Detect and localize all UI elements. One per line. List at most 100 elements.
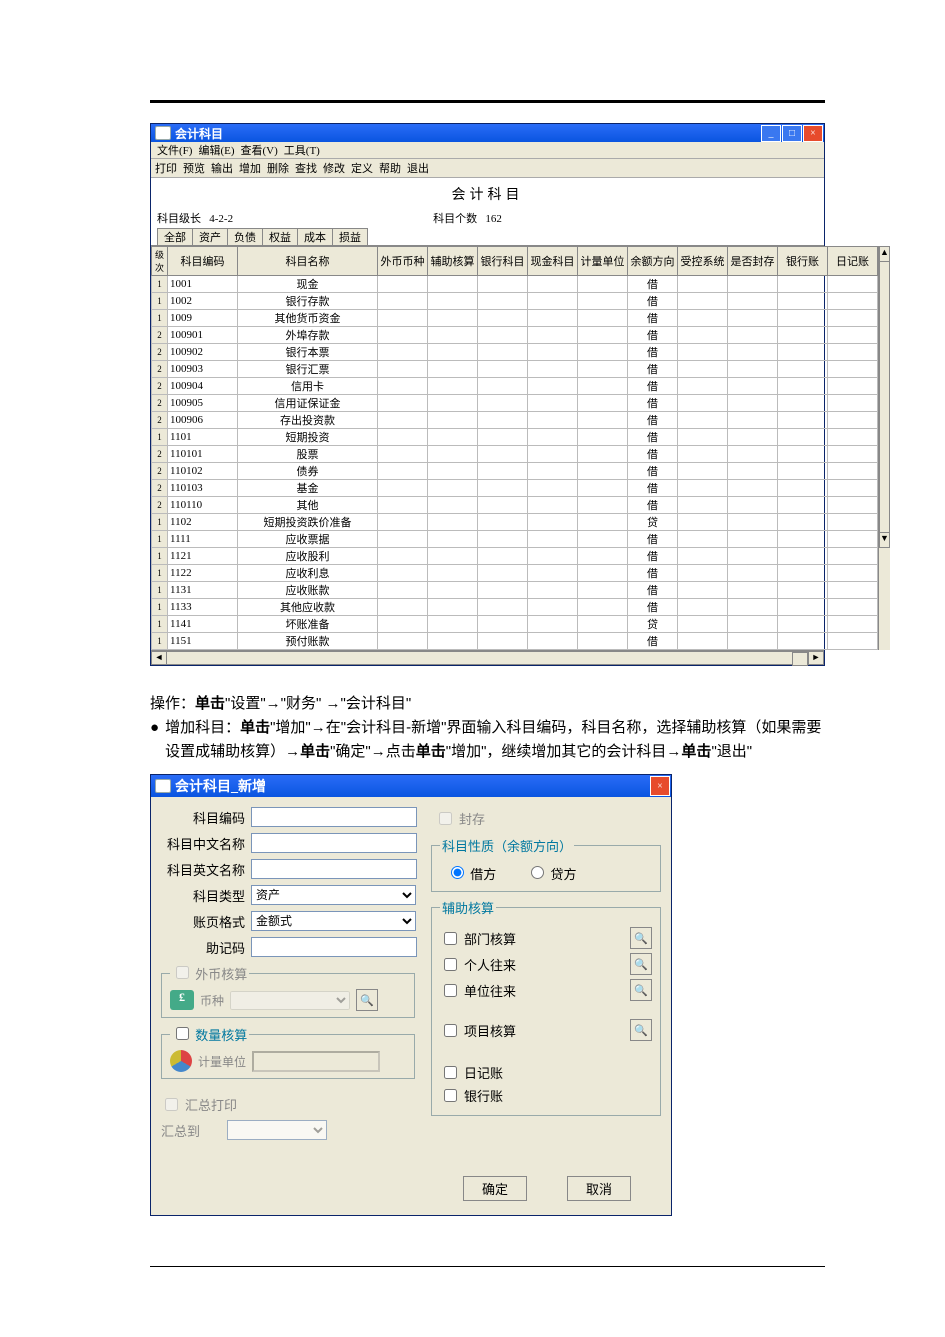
- tb-find[interactable]: 查找: [295, 160, 317, 176]
- aux-unit-lookup-icon[interactable]: 🔍: [630, 979, 652, 1001]
- type-select[interactable]: 资产: [251, 885, 416, 905]
- name-en-input[interactable]: [251, 859, 417, 879]
- tab-liability[interactable]: 负债: [227, 228, 263, 245]
- menu-view[interactable]: 查看(V): [239, 142, 280, 158]
- label-name-cn: 科目中文名称: [159, 834, 245, 853]
- journal-checkbox[interactable]: [444, 1066, 457, 1079]
- bank-checkbox[interactable]: [444, 1089, 457, 1102]
- table-row[interactable]: 11151预付账款借: [152, 633, 878, 650]
- table-row[interactable]: 11122应收利息借: [152, 565, 878, 582]
- pie-icon: [170, 1050, 192, 1072]
- ok-button[interactable]: 确定: [463, 1176, 527, 1201]
- title-bar: 会计科目 _ □ ×: [151, 124, 824, 142]
- tab-equity[interactable]: 权益: [262, 228, 298, 245]
- col-header: 辅助核算: [428, 247, 478, 276]
- aux-project-checkbox[interactable]: [444, 1024, 457, 1037]
- col-header: 日记账: [828, 247, 878, 276]
- tb-export[interactable]: 输出: [211, 160, 233, 176]
- window-title: 会计科目: [175, 125, 223, 142]
- instructions-text: 操作：单击"设置"→"财务" →"会计科目" ● 增加科目：单击"增加"→在"会…: [150, 692, 825, 764]
- table-row[interactable]: 11141坏账准备贷: [152, 616, 878, 633]
- tab-all[interactable]: 全部: [157, 228, 193, 245]
- aux-unit-checkbox[interactable]: [444, 984, 457, 997]
- tab-asset[interactable]: 资产: [192, 228, 228, 245]
- dialog-close-button[interactable]: ×: [650, 776, 670, 796]
- table-row[interactable]: 11111应收票据借: [152, 531, 878, 548]
- vertical-scrollbar[interactable]: ▲ ▼: [878, 246, 890, 650]
- close-button[interactable]: ×: [803, 125, 823, 142]
- menu-tool[interactable]: 工具(T): [282, 142, 322, 158]
- currency-select: [230, 991, 350, 1010]
- label-type: 科目类型: [159, 886, 245, 905]
- table-row[interactable]: 11131应收账款借: [152, 582, 878, 599]
- fx-checkbox: [176, 966, 189, 979]
- label-unit: 计量单位: [198, 1053, 246, 1070]
- table-row[interactable]: 2100906存出投资款借: [152, 412, 878, 429]
- tb-print[interactable]: 打印: [155, 160, 177, 176]
- tab-pl[interactable]: 损益: [332, 228, 368, 245]
- horizontal-scrollbar[interactable]: ◄ ►: [151, 650, 824, 665]
- maximize-button[interactable]: □: [782, 125, 802, 142]
- table-row[interactable]: 2100902银行本票借: [152, 344, 878, 361]
- tb-preview[interactable]: 预览: [183, 160, 205, 176]
- qty-group: 数量核算 计量单位: [161, 1024, 415, 1079]
- table-row[interactable]: 2100904信用卡借: [152, 378, 878, 395]
- aux-person-checkbox[interactable]: [444, 958, 457, 971]
- tb-modify[interactable]: 修改: [323, 160, 345, 176]
- code-input[interactable]: [251, 807, 417, 827]
- aux-project-lookup-icon[interactable]: 🔍: [630, 1019, 652, 1041]
- table-row[interactable]: 11101短期投资借: [152, 429, 878, 446]
- tb-add[interactable]: 增加: [239, 160, 261, 176]
- radio-credit[interactable]: 贷方: [526, 863, 576, 883]
- col-header: 余额方向: [628, 247, 678, 276]
- table-row[interactable]: 11133其他应收款借: [152, 599, 878, 616]
- tb-define[interactable]: 定义: [351, 160, 373, 176]
- table-row[interactable]: 11121应收股利借: [152, 548, 878, 565]
- tab-cost[interactable]: 成本: [297, 228, 333, 245]
- table-row[interactable]: 11102短期投资跌价准备贷: [152, 514, 878, 531]
- name-cn-input[interactable]: [251, 833, 417, 853]
- col-header: 科目名称: [238, 247, 378, 276]
- table-row[interactable]: 11001现金借: [152, 276, 878, 293]
- dialog-icon: [155, 779, 171, 793]
- table-row[interactable]: 2110110其他借: [152, 497, 878, 514]
- table-row[interactable]: 2100903银行汇票借: [152, 361, 878, 378]
- scroll-down-icon[interactable]: ▼: [879, 532, 890, 548]
- currency-icon: £: [170, 990, 194, 1010]
- cancel-button[interactable]: 取消: [567, 1176, 631, 1201]
- sum-to-select: [227, 1120, 327, 1140]
- mnemonic-input[interactable]: [251, 937, 417, 957]
- sum-checkbox: [165, 1098, 178, 1111]
- table-row[interactable]: 11002银行存款借: [152, 293, 878, 310]
- menu-edit[interactable]: 编辑(E): [196, 142, 236, 158]
- meta-bar: 科目级长 4-2-2 科目个数 162: [151, 210, 824, 228]
- table-row[interactable]: 2110103基金借: [152, 480, 878, 497]
- aux-group: 辅助核算 部门核算 🔍 个人往来 🔍 单位往来 🔍 项目核算 🔍 日记账 银行账: [431, 898, 661, 1116]
- table-row[interactable]: 2100905信用证保证金借: [152, 395, 878, 412]
- radio-debit[interactable]: 借方: [446, 863, 496, 883]
- scroll-right-icon[interactable]: ►: [808, 651, 824, 665]
- aux-person-lookup-icon[interactable]: 🔍: [630, 953, 652, 975]
- tb-exit[interactable]: 退出: [407, 160, 429, 176]
- table-row[interactable]: 2100901外埠存款借: [152, 327, 878, 344]
- aux-dept-lookup-icon[interactable]: 🔍: [630, 927, 652, 949]
- tb-delete[interactable]: 删除: [267, 160, 289, 176]
- scroll-left-icon[interactable]: ◄: [151, 651, 167, 665]
- qty-checkbox[interactable]: [176, 1027, 189, 1040]
- currency-lookup-icon: 🔍: [356, 989, 378, 1011]
- menu-file[interactable]: 文件(F): [155, 142, 194, 158]
- unit-input: [252, 1051, 380, 1072]
- table-row[interactable]: 11009其他货币资金借: [152, 310, 878, 327]
- tab-strip: 全部 资产 负债 权益 成本 损益: [151, 228, 824, 246]
- minimize-button[interactable]: _: [761, 125, 781, 142]
- page-format-select[interactable]: 金额式: [251, 911, 416, 931]
- label-sealed: 封存: [459, 809, 485, 828]
- table-row[interactable]: 2110102债券借: [152, 463, 878, 480]
- aux-dept-checkbox[interactable]: [444, 932, 457, 945]
- table-row[interactable]: 2110101股票借: [152, 446, 878, 463]
- label-name-en: 科目英文名称: [159, 860, 245, 879]
- scroll-up-icon[interactable]: ▲: [879, 246, 890, 262]
- label-currency: 币种: [200, 992, 224, 1009]
- tb-help[interactable]: 帮助: [379, 160, 401, 176]
- col-header: 银行科目: [478, 247, 528, 276]
